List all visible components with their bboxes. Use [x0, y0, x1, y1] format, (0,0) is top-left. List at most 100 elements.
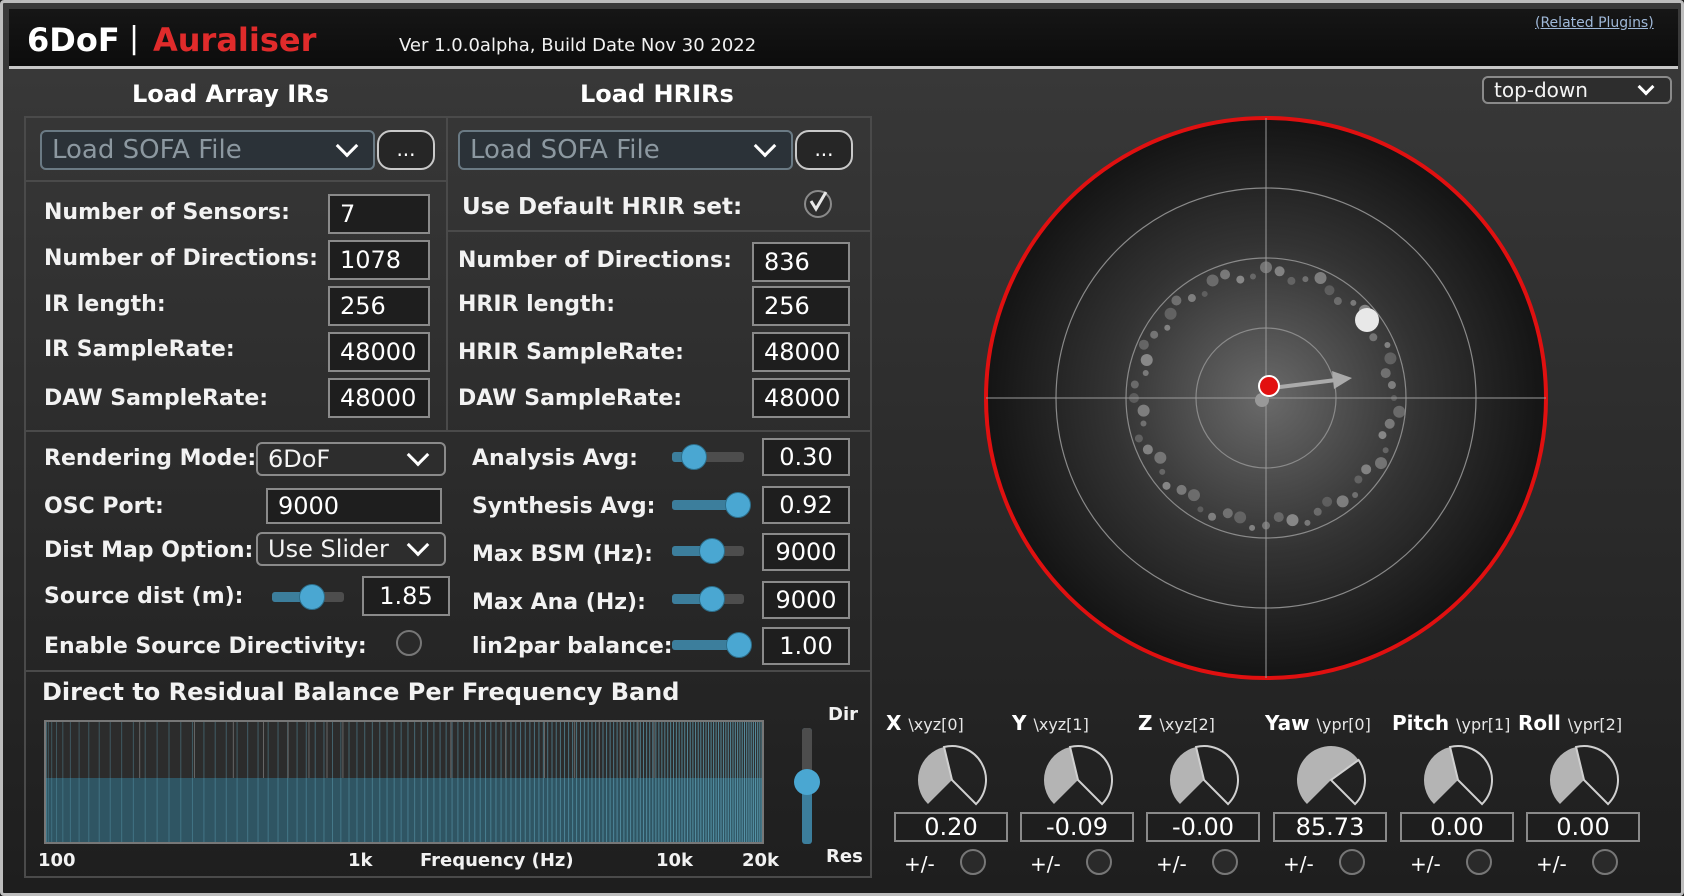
knob-value[interactable]: 0.00	[1400, 812, 1514, 842]
array-direction-point	[1137, 404, 1150, 417]
plus-minus-label: +/-	[1536, 852, 1567, 876]
directivity-toggle[interactable]	[396, 630, 422, 656]
lin2par-value[interactable]: 1.00	[762, 627, 850, 665]
array-direction-point	[1142, 369, 1149, 376]
osc-port-input[interactable]: 9000	[266, 488, 442, 524]
hrir-sofa-browse-button[interactable]: ...	[795, 130, 853, 170]
knob-dial[interactable]	[914, 742, 990, 818]
knob-osc-path: \xyz[1]	[1033, 715, 1089, 734]
knob-dial[interactable]	[1040, 742, 1116, 818]
related-plugins-link[interactable]: (Related Plugins)	[1535, 15, 1654, 31]
array-direction-point	[1384, 418, 1395, 429]
dir-label: Dir	[828, 704, 858, 725]
knob-dial[interactable]	[1546, 742, 1622, 818]
array-direction-point	[1130, 380, 1139, 389]
array-field-label: IR length:	[44, 292, 166, 317]
source-marker[interactable]	[1355, 308, 1379, 332]
knob-name: Pitch	[1392, 711, 1450, 735]
plus-minus-label: +/-	[904, 852, 935, 876]
knob-value[interactable]: 85.73	[1273, 812, 1387, 842]
array-direction-point	[1354, 475, 1363, 484]
knob-label: Y \xyz[1]	[1012, 711, 1089, 735]
array-direction-point	[1352, 491, 1359, 498]
listener-marker[interactable]	[1258, 375, 1280, 397]
array-direction-point	[1262, 521, 1270, 530]
knob-value[interactable]: -0.00	[1146, 812, 1260, 842]
hrir-sofa-dropdown[interactable]: Load SOFA File	[458, 130, 793, 170]
source-dist-label: Source dist (m):	[44, 584, 244, 609]
dir-res-slider[interactable]	[794, 728, 820, 844]
knob-label: Z \xyz[2]	[1138, 711, 1215, 735]
invert-toggle[interactable]	[1466, 849, 1492, 875]
array-direction-point	[1138, 339, 1149, 350]
invert-toggle[interactable]	[1592, 849, 1618, 875]
title-sub: Auraliser	[153, 21, 317, 59]
knob-name: Y	[1012, 711, 1027, 735]
knob-value[interactable]: 0.00	[1526, 812, 1640, 842]
array-direction-point	[1286, 514, 1299, 527]
array-direction-point	[1314, 272, 1327, 285]
header-bar: 6DoF | Auraliser Ver 1.0.0alpha, Build D…	[9, 9, 1678, 69]
array-direction-point	[1249, 273, 1256, 280]
max-ana-value[interactable]: 9000	[762, 581, 850, 619]
synthesis-avg-slider[interactable]	[672, 492, 752, 518]
panel-divider	[24, 670, 872, 672]
hrir-default-checkbox[interactable]	[804, 190, 832, 218]
max-bsm-slider[interactable]	[672, 538, 744, 564]
synthesis-avg-value[interactable]: 0.92	[762, 486, 850, 524]
dist-map-dropdown[interactable]: Use Slider	[256, 532, 446, 566]
array-direction-point	[1304, 519, 1311, 526]
invert-toggle[interactable]	[1339, 849, 1365, 875]
hrir-samplerate-value: 48000	[752, 332, 850, 372]
max-ana-slider[interactable]	[672, 586, 744, 612]
source-dist-value[interactable]: 1.85	[362, 576, 450, 616]
slider-thumb[interactable]	[680, 444, 707, 470]
rendering-mode-label: Rendering Mode:	[44, 446, 257, 471]
array-direction-point	[1336, 495, 1349, 508]
title-main: 6DoF	[27, 21, 120, 59]
knob-dial[interactable]	[1166, 742, 1242, 818]
array-direction-point	[1208, 512, 1217, 521]
knob-value[interactable]: -0.09	[1020, 812, 1134, 842]
chevron-down-icon	[753, 134, 777, 158]
max-bsm-value[interactable]: 9000	[762, 533, 850, 571]
slider-thumb[interactable]	[725, 632, 752, 658]
array-sofa-dropdown[interactable]: Load SOFA File	[40, 130, 375, 170]
array-direction-point	[1234, 511, 1247, 524]
invert-toggle[interactable]	[960, 849, 986, 875]
invert-toggle[interactable]	[1086, 849, 1112, 875]
invert-toggle[interactable]	[1212, 849, 1238, 875]
source-dist-slider[interactable]	[272, 584, 344, 610]
array-direction-point	[1222, 508, 1233, 519]
slider-thumb[interactable]	[698, 586, 725, 612]
hrirs-title: Load HRIRs	[580, 80, 734, 108]
balance-plot[interactable]	[44, 720, 764, 844]
knob-osc-path: \xyz[0]	[908, 715, 964, 734]
hrir-daw-samplerate-value: 48000	[752, 378, 850, 418]
slider-thumb[interactable]	[794, 769, 820, 795]
array-sofa-browse-button[interactable]: ...	[377, 130, 435, 170]
chevron-down-icon	[406, 443, 430, 467]
knob-dial[interactable]	[1293, 742, 1369, 818]
chevron-down-icon	[335, 134, 359, 158]
array-direction-point	[1391, 395, 1397, 401]
analysis-avg-slider[interactable]	[672, 444, 744, 470]
array-direction-point	[1159, 468, 1166, 475]
array-direction-point	[1274, 266, 1285, 277]
scene-view[interactable]	[966, 98, 1566, 698]
lin2par-slider[interactable]	[672, 632, 752, 658]
balance-plot-svg	[46, 722, 762, 842]
slider-thumb[interactable]	[698, 538, 725, 564]
array-ir-samplerate-value: 48000	[328, 332, 430, 372]
knob-osc-path: \ypr[1]	[1456, 715, 1511, 734]
param-label: Max BSM (Hz):	[472, 542, 653, 567]
knob-value[interactable]: 0.20	[894, 812, 1008, 842]
slider-thumb[interactable]	[298, 584, 325, 610]
rendering-mode-dropdown[interactable]: 6DoF	[256, 442, 446, 476]
array-sensors-value: 7	[328, 194, 430, 234]
tick-label: 1k	[348, 850, 373, 871]
knob-dial[interactable]	[1420, 742, 1496, 818]
knob-track	[1068, 745, 1113, 806]
knob-track	[1448, 745, 1493, 806]
analysis-avg-value[interactable]: 0.30	[762, 438, 850, 476]
